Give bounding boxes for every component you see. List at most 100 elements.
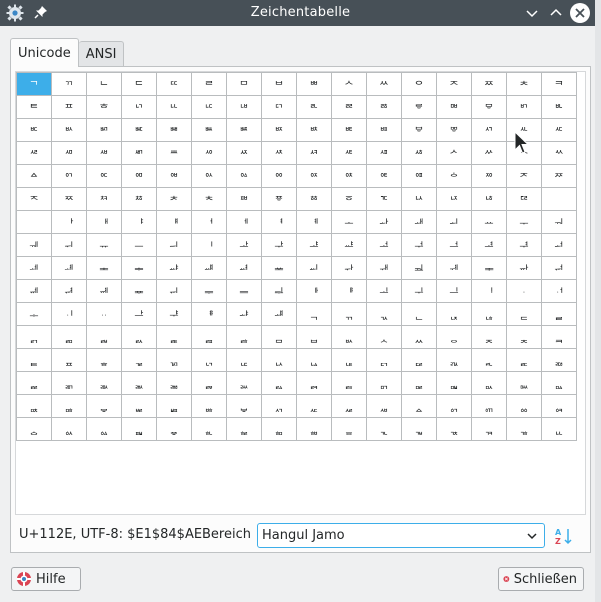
char-cell[interactable]: ᄡ	[52, 119, 87, 142]
char-cell[interactable]: ᅯ	[542, 211, 577, 234]
char-cell[interactable]: ᇑ	[52, 372, 87, 395]
char-cell[interactable]: ᄠ	[17, 119, 52, 142]
char-cell[interactable]: ᇜ	[437, 372, 472, 395]
char-cell[interactable]: ᅟ	[542, 188, 577, 211]
char-cell[interactable]: ᅝ	[472, 188, 507, 211]
char-cell[interactable]: ᆵ	[192, 326, 227, 349]
char-cell[interactable]: ᅉ	[332, 165, 367, 188]
char-cell[interactable]: ᅱ	[52, 234, 87, 257]
char-cell[interactable]: ᆆ	[227, 257, 262, 280]
char-cell[interactable]: ᅡ	[52, 211, 87, 234]
char-cell[interactable]: ᅓ	[122, 188, 157, 211]
char-cell[interactable]: ᅘ	[297, 188, 332, 211]
char-cell[interactable]: ᇾ	[507, 418, 542, 441]
char-cell[interactable]: ᆗ	[262, 280, 297, 303]
char-cell[interactable]: ᅒ	[87, 188, 122, 211]
char-cell[interactable]: ᅅ	[192, 165, 227, 188]
char-cell[interactable]: ᆨ	[297, 303, 332, 326]
char-cell[interactable]: ᆭ	[472, 303, 507, 326]
char-cell[interactable]: ᇌ	[437, 349, 472, 372]
char-cell[interactable]: ᅛ	[402, 188, 437, 211]
char-cell[interactable]: ᄵ	[192, 142, 227, 165]
char-cell[interactable]: ᆑ	[52, 280, 87, 303]
char-cell[interactable]: ᅙ	[332, 188, 367, 211]
char-cell[interactable]: ᄚ	[367, 96, 402, 119]
char-cell[interactable]: ᇅ	[192, 349, 227, 372]
char-cell[interactable]: ᅳ	[122, 234, 157, 257]
char-cell[interactable]: ᄗ	[262, 96, 297, 119]
char-cell[interactable]: ᅵ	[192, 234, 227, 257]
char-cell[interactable]: ᇉ	[332, 349, 367, 372]
char-cell[interactable]: ᇟ	[542, 372, 577, 395]
char-cell[interactable]: ᄆ	[227, 73, 262, 96]
char-cell[interactable]: ᇊ	[367, 349, 402, 372]
char-cell[interactable]: ᅀ	[17, 165, 52, 188]
char-cell[interactable]: ᄈ	[297, 73, 332, 96]
char-cell[interactable]: ᅈ	[297, 165, 332, 188]
char-cell[interactable]: ᅬ	[437, 211, 472, 234]
char-cell[interactable]: ᇤ	[157, 395, 192, 418]
char-cell[interactable]: ᄓ	[122, 96, 157, 119]
char-cell[interactable]: ᄲ	[87, 142, 122, 165]
char-cell[interactable]: ᅭ	[472, 211, 507, 234]
char-cell[interactable]: ᇶ	[227, 418, 262, 441]
char-cell[interactable]: ᄖ	[227, 96, 262, 119]
char-cell[interactable]: ᅎ	[507, 165, 542, 188]
char-cell[interactable]: ᇏ	[542, 349, 577, 372]
char-cell[interactable]: ᇍ	[472, 349, 507, 372]
char-cell[interactable]: ᆌ	[437, 257, 472, 280]
char-cell[interactable]: ᄌ	[437, 73, 472, 96]
char-cell[interactable]: ᆧ	[262, 303, 297, 326]
char-cell[interactable]: ᇋ	[402, 349, 437, 372]
char-cell[interactable]: ᅷ	[262, 234, 297, 257]
char-cell[interactable]: ᄂ	[87, 73, 122, 96]
char-cell[interactable]: ᆬ	[437, 303, 472, 326]
char-cell[interactable]: ᆐ	[17, 280, 52, 303]
char-cell[interactable]: ᇮ	[507, 395, 542, 418]
char-cell[interactable]: ᇝ	[472, 372, 507, 395]
char-cell[interactable]: ᅴ	[157, 234, 192, 257]
minimize-button[interactable]	[522, 3, 542, 23]
char-cell[interactable]: ᇃ	[122, 349, 157, 372]
char-cell[interactable]: ᅶ	[227, 234, 262, 257]
char-cell[interactable]: ᄒ	[87, 96, 122, 119]
char-cell[interactable]: ᅮ	[507, 211, 542, 234]
char-cell[interactable]: ᇕ	[192, 372, 227, 395]
char-cell[interactable]: ᇗ	[262, 372, 297, 395]
char-cell[interactable]: ᄽ	[472, 142, 507, 165]
char-cell[interactable]: ᆈ	[297, 257, 332, 280]
char-cell[interactable]: ᆢ	[87, 303, 122, 326]
char-cell[interactable]: ᅇ	[262, 165, 297, 188]
char-cell[interactable]: ᆡ	[52, 303, 87, 326]
char-cell[interactable]: ᇺ	[367, 418, 402, 441]
char-cell[interactable]: ᄼ	[437, 142, 472, 165]
char-cell[interactable]: ᅪ	[367, 211, 402, 234]
char-cell[interactable]: ᄻ	[402, 142, 437, 165]
char-cell[interactable]: ᇡ	[52, 395, 87, 418]
char-cell[interactable]: ᇦ	[227, 395, 262, 418]
char-cell[interactable]: ᄍ	[472, 73, 507, 96]
char-cell[interactable]: ᄞ	[507, 96, 542, 119]
char-cell[interactable]: ᆸ	[297, 326, 332, 349]
char-cell[interactable]: ᅊ	[367, 165, 402, 188]
char-cell[interactable]: ᄮ	[507, 119, 542, 142]
char-cell[interactable]: ᅦ	[227, 211, 262, 234]
char-cell[interactable]: ᇘ	[297, 372, 332, 395]
char-cell[interactable]: ᇸ	[297, 418, 332, 441]
char-cell[interactable]: ᆏ	[542, 257, 577, 280]
char-cell[interactable]: ᆝ	[472, 280, 507, 303]
char-cell[interactable]: ᆋ	[402, 257, 437, 280]
char-cell[interactable]: ᆘ	[297, 280, 332, 303]
char-cell[interactable]: ᄔ	[157, 96, 192, 119]
char-cell[interactable]: ᅗ	[262, 188, 297, 211]
char-cell[interactable]: ᅺ	[367, 234, 402, 257]
char-cell[interactable]: ᄦ	[227, 119, 262, 142]
char-cell[interactable]: ᄫ	[402, 119, 437, 142]
char-cell[interactable]: ᆖ	[227, 280, 262, 303]
char-cell[interactable]: ᆃ	[122, 257, 157, 280]
char-cell[interactable]: ᇙ	[332, 372, 367, 395]
char-cell[interactable]: ᄁ	[52, 73, 87, 96]
char-cell[interactable]: ᄺ	[367, 142, 402, 165]
char-cell[interactable]: ᄘ	[297, 96, 332, 119]
char-cell[interactable]: ᇣ	[122, 395, 157, 418]
